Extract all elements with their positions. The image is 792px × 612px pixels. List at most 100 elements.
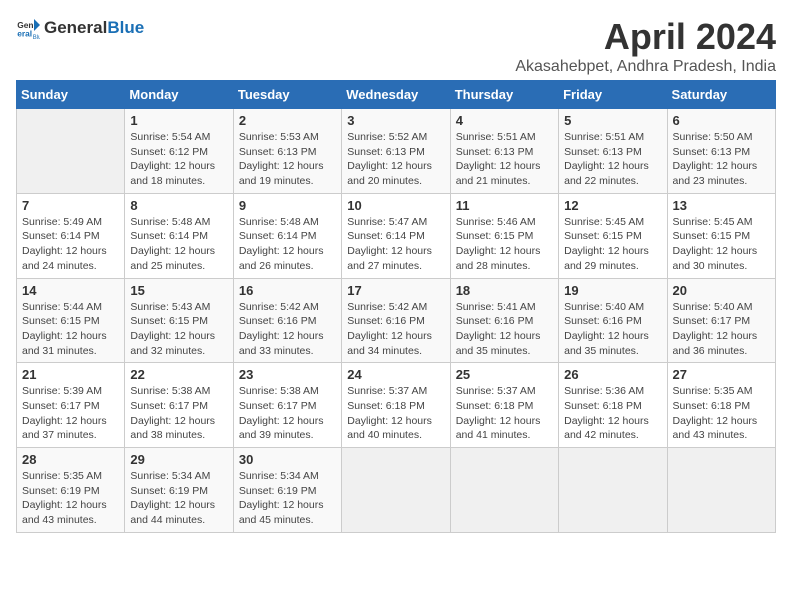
day-info: Sunrise: 5:37 AM Sunset: 6:18 PM Dayligh… [456,384,553,443]
day-info: Sunrise: 5:41 AM Sunset: 6:16 PM Dayligh… [456,300,553,359]
day-number: 2 [239,113,336,128]
page-subtitle: Akasahebpet, Andhra Pradesh, India [515,58,776,76]
day-info: Sunrise: 5:51 AM Sunset: 6:13 PM Dayligh… [564,130,661,189]
day-number: 29 [130,452,227,467]
calendar-cell: 29 Sunrise: 5:34 AM Sunset: 6:19 PM Dayli… [125,448,233,533]
day-number: 12 [564,198,661,213]
calendar-cell [342,448,450,533]
calendar-week-row: 21 Sunrise: 5:39 AM Sunset: 6:17 PM Dayli… [17,363,776,448]
calendar-week-row: 14 Sunrise: 5:44 AM Sunset: 6:15 PM Dayli… [17,278,776,363]
calendar-cell: 5 Sunrise: 5:51 AM Sunset: 6:13 PM Daylig… [559,109,667,194]
day-number: 19 [564,283,661,298]
day-info: Sunrise: 5:44 AM Sunset: 6:15 PM Dayligh… [22,300,119,359]
calendar-cell: 20 Sunrise: 5:40 AM Sunset: 6:17 PM Dayli… [667,278,775,363]
day-info: Sunrise: 5:38 AM Sunset: 6:17 PM Dayligh… [239,384,336,443]
logo-icon: Gen eral Blue [16,16,40,40]
weekday-header-sunday: Sunday [17,81,125,109]
calendar-cell [450,448,558,533]
day-number: 30 [239,452,336,467]
calendar-cell: 19 Sunrise: 5:40 AM Sunset: 6:16 PM Dayli… [559,278,667,363]
day-number: 28 [22,452,119,467]
calendar-cell: 24Sunrise: 5:37 AM Sunset: 6:18 PM Dayli… [342,363,450,448]
day-info: Sunrise: 5:39 AM Sunset: 6:17 PM Dayligh… [22,384,119,443]
calendar-cell: 27Sunrise: 5:35 AM Sunset: 6:18 PM Dayli… [667,363,775,448]
day-info: Sunrise: 5:34 AM Sunset: 6:19 PM Dayligh… [130,469,227,528]
day-info: Sunrise: 5:34 AM Sunset: 6:19 PM Dayligh… [239,469,336,528]
day-info: Sunrise: 5:35 AM Sunset: 6:19 PM Dayligh… [22,469,119,528]
day-number: 14 [22,283,119,298]
day-number: 6 [673,113,770,128]
day-info: Sunrise: 5:38 AM Sunset: 6:17 PM Dayligh… [130,384,227,443]
calendar-cell: 6 Sunrise: 5:50 AM Sunset: 6:13 PM Daylig… [667,109,775,194]
calendar-cell: 22 Sunrise: 5:38 AM Sunset: 6:17 PM Dayli… [125,363,233,448]
calendar-cell: 18 Sunrise: 5:41 AM Sunset: 6:16 PM Dayli… [450,278,558,363]
calendar-cell: 25 Sunrise: 5:37 AM Sunset: 6:18 PM Dayli… [450,363,558,448]
calendar-week-row: 28 Sunrise: 5:35 AM Sunset: 6:19 PM Dayli… [17,448,776,533]
weekday-header-row: SundayMondayTuesdayWednesdayThursdayFrid… [17,81,776,109]
day-number: 18 [456,283,553,298]
weekday-header-monday: Monday [125,81,233,109]
calendar-week-row: 7 Sunrise: 5:49 AM Sunset: 6:14 PM Daylig… [17,193,776,278]
logo-text: GeneralBlue [44,19,144,38]
calendar-cell: 26Sunrise: 5:36 AM Sunset: 6:18 PM Dayli… [559,363,667,448]
calendar-cell: 8Sunrise: 5:48 AM Sunset: 6:14 PM Daylig… [125,193,233,278]
weekday-header-tuesday: Tuesday [233,81,341,109]
day-info: Sunrise: 5:42 AM Sunset: 6:16 PM Dayligh… [239,300,336,359]
day-info: Sunrise: 5:48 AM Sunset: 6:14 PM Dayligh… [239,215,336,274]
day-number: 9 [239,198,336,213]
day-number: 16 [239,283,336,298]
page-header: Gen eral Blue GeneralBlue April 2024 Aka… [16,16,776,76]
day-info: Sunrise: 5:45 AM Sunset: 6:15 PM Dayligh… [564,215,661,274]
calendar-cell: 12 Sunrise: 5:45 AM Sunset: 6:15 PM Dayli… [559,193,667,278]
calendar-cell: 14 Sunrise: 5:44 AM Sunset: 6:15 PM Dayli… [17,278,125,363]
day-number: 5 [564,113,661,128]
weekday-header-saturday: Saturday [667,81,775,109]
logo-blue: Blue [107,18,144,37]
day-number: 4 [456,113,553,128]
calendar-cell: 28 Sunrise: 5:35 AM Sunset: 6:19 PM Dayli… [17,448,125,533]
day-number: 25 [456,367,553,382]
title-block: April 2024 Akasahebpet, Andhra Pradesh, … [515,16,776,76]
calendar-cell: 1 Sunrise: 5:54 AM Sunset: 6:12 PM Daylig… [125,109,233,194]
calendar-cell: 30 Sunrise: 5:34 AM Sunset: 6:19 PM Dayli… [233,448,341,533]
page-title: April 2024 [515,16,776,58]
day-info: Sunrise: 5:50 AM Sunset: 6:13 PM Dayligh… [673,130,770,189]
day-info: Sunrise: 5:54 AM Sunset: 6:12 PM Dayligh… [130,130,227,189]
calendar-cell: 3Sunrise: 5:52 AM Sunset: 6:13 PM Daylig… [342,109,450,194]
calendar-cell: 7 Sunrise: 5:49 AM Sunset: 6:14 PM Daylig… [17,193,125,278]
day-info: Sunrise: 5:47 AM Sunset: 6:14 PM Dayligh… [347,215,444,274]
day-number: 21 [22,367,119,382]
day-number: 20 [673,283,770,298]
day-info: Sunrise: 5:49 AM Sunset: 6:14 PM Dayligh… [22,215,119,274]
day-number: 3 [347,113,444,128]
day-number: 24 [347,367,444,382]
calendar-cell [559,448,667,533]
weekday-header-thursday: Thursday [450,81,558,109]
calendar-cell [667,448,775,533]
day-info: Sunrise: 5:48 AM Sunset: 6:14 PM Dayligh… [130,215,227,274]
logo: Gen eral Blue GeneralBlue [16,16,144,40]
calendar-cell: 15 Sunrise: 5:43 AM Sunset: 6:15 PM Dayli… [125,278,233,363]
day-info: Sunrise: 5:53 AM Sunset: 6:13 PM Dayligh… [239,130,336,189]
day-info: Sunrise: 5:40 AM Sunset: 6:16 PM Dayligh… [564,300,661,359]
calendar-cell: 21 Sunrise: 5:39 AM Sunset: 6:17 PM Dayli… [17,363,125,448]
day-info: Sunrise: 5:46 AM Sunset: 6:15 PM Dayligh… [456,215,553,274]
weekday-header-wednesday: Wednesday [342,81,450,109]
day-number: 7 [22,198,119,213]
logo-general: General [44,18,107,37]
calendar-week-row: 1 Sunrise: 5:54 AM Sunset: 6:12 PM Daylig… [17,109,776,194]
day-number: 15 [130,283,227,298]
calendar-table: SundayMondayTuesdayWednesdayThursdayFrid… [16,80,776,533]
calendar-cell: 17Sunrise: 5:42 AM Sunset: 6:16 PM Dayli… [342,278,450,363]
calendar-cell [17,109,125,194]
day-number: 17 [347,283,444,298]
calendar-cell: 10Sunrise: 5:47 AM Sunset: 6:14 PM Dayli… [342,193,450,278]
day-info: Sunrise: 5:43 AM Sunset: 6:15 PM Dayligh… [130,300,227,359]
day-number: 22 [130,367,227,382]
day-info: Sunrise: 5:36 AM Sunset: 6:18 PM Dayligh… [564,384,661,443]
day-info: Sunrise: 5:40 AM Sunset: 6:17 PM Dayligh… [673,300,770,359]
calendar-cell: 11Sunrise: 5:46 AM Sunset: 6:15 PM Dayli… [450,193,558,278]
day-info: Sunrise: 5:35 AM Sunset: 6:18 PM Dayligh… [673,384,770,443]
day-number: 1 [130,113,227,128]
day-info: Sunrise: 5:45 AM Sunset: 6:15 PM Dayligh… [673,215,770,274]
